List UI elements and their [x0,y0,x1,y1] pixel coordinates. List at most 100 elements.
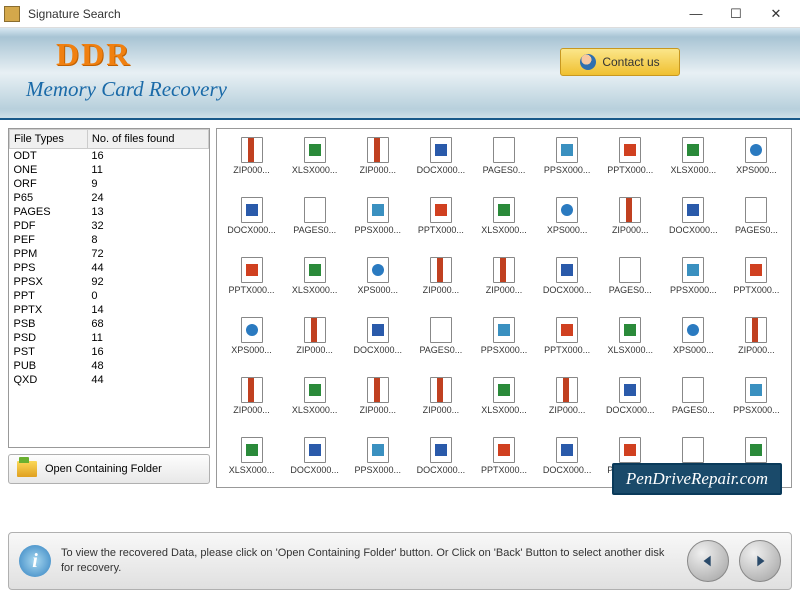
table-row[interactable]: ODT16 [10,149,209,164]
file-types-table-wrap[interactable]: File Types No. of files found ODT16ONE11… [8,128,210,448]
cell-type: PPM [10,247,88,261]
file-label: PPSX000... [733,405,780,415]
cell-count: 13 [87,205,208,219]
file-item[interactable]: PPSX000... [663,257,724,313]
file-item[interactable]: DOCX000... [537,437,598,488]
file-label: ZIP000... [360,405,397,415]
table-row[interactable]: QXD44 [10,373,209,387]
file-label: PAGES0... [483,165,526,175]
file-item[interactable]: PAGES0... [663,377,724,433]
file-item[interactable]: ZIP000... [221,137,282,193]
file-item[interactable]: PAGES0... [410,317,471,373]
file-item[interactable]: ZIP000... [284,317,345,373]
forward-button[interactable] [739,540,781,582]
file-label: ZIP000... [360,165,397,175]
file-item[interactable]: PPTX000... [221,257,282,313]
file-item[interactable]: XPS000... [663,317,724,373]
file-item[interactable]: XLSX000... [284,377,345,433]
minimize-button[interactable]: — [676,2,716,26]
file-item[interactable]: DOCX000... [600,377,661,433]
file-label: PPTX000... [544,345,590,355]
file-item[interactable]: XLSX000... [600,317,661,373]
table-row[interactable]: PAGES13 [10,205,209,219]
table-row[interactable]: PUB48 [10,359,209,373]
file-pptx-icon [430,197,452,223]
file-item[interactable]: XLSX000... [473,197,534,253]
table-row[interactable]: PPS44 [10,261,209,275]
file-item[interactable]: PPSX000... [347,437,408,488]
file-item[interactable]: PPSX000... [726,377,787,433]
table-row[interactable]: ONE11 [10,163,209,177]
file-item[interactable]: DOCX000... [537,257,598,313]
close-button[interactable]: ✕ [756,2,796,26]
file-item[interactable]: XLSX000... [663,137,724,193]
file-item[interactable]: ZIP000... [347,137,408,193]
file-item[interactable]: ZIP000... [410,377,471,433]
file-item[interactable]: DOCX000... [347,317,408,373]
cell-type: PDF [10,219,88,233]
file-item[interactable]: ZIP000... [347,377,408,433]
file-item[interactable]: XPS000... [347,257,408,313]
file-label: DOCX000... [417,465,466,475]
table-row[interactable]: PDF32 [10,219,209,233]
file-item[interactable]: DOCX000... [410,437,471,488]
file-item[interactable]: ZIP000... [537,377,598,433]
file-item[interactable]: PAGES0... [284,197,345,253]
file-item[interactable]: PPSX000... [347,197,408,253]
file-zip-icon [241,137,263,163]
file-item[interactable]: XLSX000... [284,137,345,193]
window-title: Signature Search [28,7,676,21]
file-list-pane[interactable]: ZIP000...XLSX000...ZIP000...DOCX000...PA… [216,128,792,488]
file-item[interactable]: DOCX000... [284,437,345,488]
table-row[interactable]: PEF8 [10,233,209,247]
file-docx-icon [241,197,263,223]
file-item[interactable]: PAGES0... [726,197,787,253]
file-item[interactable]: ZIP000... [221,377,282,433]
table-row[interactable]: PPM72 [10,247,209,261]
file-item[interactable]: ZIP000... [473,257,534,313]
file-item[interactable]: XPS000... [726,137,787,193]
file-item[interactable]: PPTX000... [410,197,471,253]
file-item[interactable]: ZIP000... [726,317,787,373]
table-row[interactable]: PST16 [10,345,209,359]
table-row[interactable]: PSB68 [10,317,209,331]
back-button[interactable] [687,540,729,582]
file-item[interactable]: PPTX000... [726,257,787,313]
table-row[interactable]: PPSX92 [10,275,209,289]
table-row[interactable]: ORF9 [10,177,209,191]
table-row[interactable]: PPT0 [10,289,209,303]
cell-type: PEF [10,233,88,247]
table-row[interactable]: PSD11 [10,331,209,345]
file-label: PAGES0... [293,225,336,235]
file-grid: ZIP000...XLSX000...ZIP000...DOCX000...PA… [221,137,787,488]
contact-us-button[interactable]: Contact us [560,48,680,76]
file-item[interactable]: PPSX000... [473,317,534,373]
file-item[interactable]: DOCX000... [663,197,724,253]
col-header-count[interactable]: No. of files found [87,130,208,149]
file-item[interactable]: PAGES0... [473,137,534,193]
file-item[interactable]: XLSX000... [473,377,534,433]
file-item[interactable]: PPTX000... [600,137,661,193]
file-item[interactable]: XPS000... [221,317,282,373]
file-item[interactable]: ZIP000... [410,257,471,313]
file-item[interactable]: DOCX000... [221,197,282,253]
file-item[interactable]: XLSX000... [221,437,282,488]
file-item[interactable]: XLSX000... [284,257,345,313]
file-item[interactable]: XPS000... [537,197,598,253]
open-containing-folder-button[interactable]: Open Containing Folder [8,454,210,484]
file-label: PPSX000... [355,465,402,475]
file-item[interactable]: DOCX000... [410,137,471,193]
maximize-button[interactable]: ☐ [716,2,756,26]
cell-count: 24 [87,191,208,205]
file-xlsx-icon [745,437,767,463]
col-header-file-types[interactable]: File Types [10,130,88,149]
file-item[interactable]: PPSX000... [537,137,598,193]
file-item[interactable]: PPTX000... [537,317,598,373]
cell-count: 9 [87,177,208,191]
file-item[interactable]: PPTX000... [473,437,534,488]
file-item[interactable]: ZIP000... [600,197,661,253]
table-row[interactable]: PPTX14 [10,303,209,317]
file-docx-icon [556,437,578,463]
table-row[interactable]: P6524 [10,191,209,205]
file-item[interactable]: PAGES0... [600,257,661,313]
